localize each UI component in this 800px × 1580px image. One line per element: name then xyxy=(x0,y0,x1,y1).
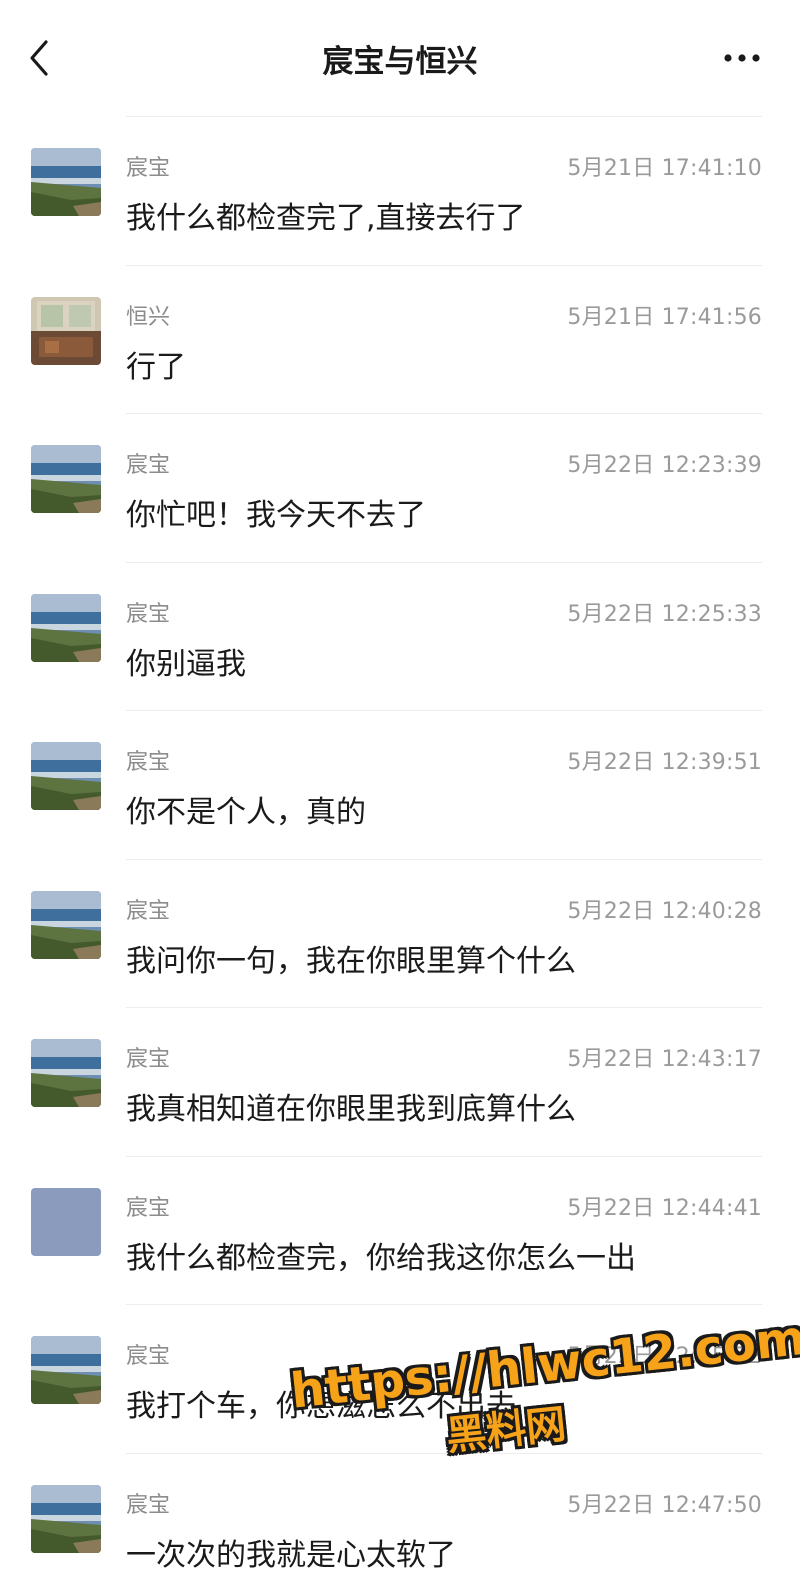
message-timestamp: 5月22日 12:44:41 xyxy=(567,1195,762,1221)
avatar[interactable] xyxy=(31,296,101,365)
divider xyxy=(126,116,762,117)
message-timestamp: 5月22日 12:47:50 xyxy=(567,1492,762,1518)
sender-name: 恒兴 xyxy=(126,304,171,330)
sender-name: 宸宝 xyxy=(126,601,171,627)
avatar[interactable] xyxy=(31,1039,101,1107)
avatar-landscape-image xyxy=(31,593,101,662)
sender-name: 宸宝 xyxy=(126,1047,171,1072)
message-timestamp: 5月21日 17:41:56 xyxy=(567,304,762,330)
divider xyxy=(126,1155,762,1157)
divider xyxy=(126,858,762,860)
message-item[interactable]: 宸宝 5月22日 12:39:51 你不是个人，真的 xyxy=(0,710,800,859)
avatar-landscape-image xyxy=(31,1039,101,1107)
avatar[interactable] xyxy=(31,742,101,810)
message-item[interactable]: 恒兴 5月21日 17:41:56 行了 xyxy=(0,264,800,414)
divider xyxy=(126,264,762,266)
divider xyxy=(126,561,762,563)
message-item[interactable]: 宸宝 5月22日 12:40:28 我问你一句，我在你眼里算个什么 xyxy=(0,858,800,1008)
sender-name: 宸宝 xyxy=(126,1492,171,1518)
avatar-landscape-image xyxy=(31,148,101,216)
message-text: 我问你一句，我在你眼里算个什么 xyxy=(126,943,576,979)
message-text: 你忙吧！我今天不去了 xyxy=(126,498,426,533)
message-item[interactable]: 宸宝 5月22日 12:44:41 我什么都检查完，你给我这你怎么一出 xyxy=(0,1155,800,1305)
sender-name: 宸宝 xyxy=(126,750,171,775)
message-item[interactable]: 宸宝 5月22日 12:25:33 你别逼我 xyxy=(0,561,800,711)
divider xyxy=(126,1304,762,1305)
message-item[interactable]: 宸宝 5月22日 12:43:17 我真相知道在你眼里我到底算什么 xyxy=(0,1007,800,1156)
message-text: 你不是个人，真的 xyxy=(126,795,366,830)
avatar[interactable] xyxy=(31,1336,101,1404)
sender-name: 宸宝 xyxy=(126,1195,171,1221)
avatar-landscape-image xyxy=(31,742,101,810)
more-dots-icon xyxy=(724,54,760,62)
avatar-plain-image xyxy=(31,1187,101,1256)
message-item[interactable]: 宸宝 5月22日 12:23:39 你忙吧！我今天不去了 xyxy=(0,413,800,562)
message-timestamp: 5月22日 12:40:28 xyxy=(567,898,762,924)
avatar-landscape-image xyxy=(31,1336,101,1404)
sender-name: 宸宝 xyxy=(126,453,171,478)
divider xyxy=(126,413,762,414)
avatar[interactable] xyxy=(31,1484,101,1553)
avatar-room-image xyxy=(31,296,101,365)
avatar-landscape-image xyxy=(31,1484,101,1553)
more-options-button[interactable] xyxy=(722,44,762,72)
message-timestamp: 5月22日 12:43:17 xyxy=(567,1047,762,1072)
message-item[interactable]: 宸宝 5月21日 17:41:10 我什么都检查完了,直接去行了 xyxy=(0,116,800,265)
divider xyxy=(126,1007,762,1008)
chat-header: 宸宝与恒兴 xyxy=(0,0,800,116)
avatar-landscape-image xyxy=(31,890,101,959)
avatar[interactable] xyxy=(31,890,101,959)
message-text: 我什么都检查完了,直接去行了 xyxy=(126,201,526,236)
avatar[interactable] xyxy=(31,445,101,513)
sender-name: 宸宝 xyxy=(126,898,171,924)
avatar[interactable] xyxy=(31,148,101,216)
avatar-landscape-image xyxy=(31,445,101,513)
message-timestamp: 5月21日 17:41:10 xyxy=(567,156,762,181)
avatar[interactable] xyxy=(31,593,101,662)
message-text: 我真相知道在你眼里我到底算什么 xyxy=(126,1092,576,1127)
message-text: 我什么都检查完，你给我这你怎么一出 xyxy=(126,1240,636,1276)
chat-title: 宸宝与恒兴 xyxy=(322,44,478,80)
avatar[interactable] xyxy=(31,1187,101,1256)
message-text: 你别逼我 xyxy=(126,646,246,682)
message-text: 行了 xyxy=(126,349,186,385)
divider xyxy=(126,710,762,711)
sender-name: 宸宝 xyxy=(126,1344,171,1369)
sender-name: 宸宝 xyxy=(126,156,171,181)
message-timestamp: 5月22日 12:23:39 xyxy=(567,453,762,478)
message-text: 一次次的我就是心太软了 xyxy=(126,1537,456,1573)
message-timestamp: 5月22日 12:25:33 xyxy=(567,601,762,627)
message-timestamp: 5月22日 12:39:51 xyxy=(567,750,762,775)
